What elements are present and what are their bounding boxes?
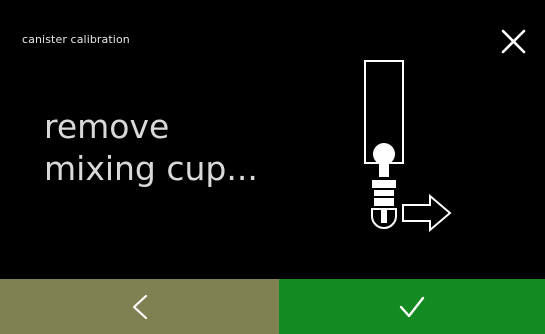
calibration-screen: canister calibration remove mixing cup..…: [0, 0, 545, 334]
instruction-text: remove mixing cup...: [44, 106, 258, 190]
arrow-right-icon: [402, 193, 452, 233]
mixing-cup-flange: [372, 180, 396, 188]
remove-mixing-cup-illustration: [364, 60, 452, 233]
close-icon: [501, 29, 526, 54]
close-button[interactable]: [498, 26, 530, 58]
back-button[interactable]: [0, 279, 279, 334]
instruction-line-2: mixing cup...: [44, 149, 258, 188]
screen-title: canister calibration: [22, 33, 130, 46]
instruction-line-1: remove: [44, 107, 170, 146]
confirm-button[interactable]: [279, 279, 545, 334]
outlet-neck: [379, 161, 389, 177]
checkmark-icon: [399, 296, 425, 317]
footer-bar: [0, 279, 545, 334]
chevron-left-icon: [132, 294, 147, 319]
